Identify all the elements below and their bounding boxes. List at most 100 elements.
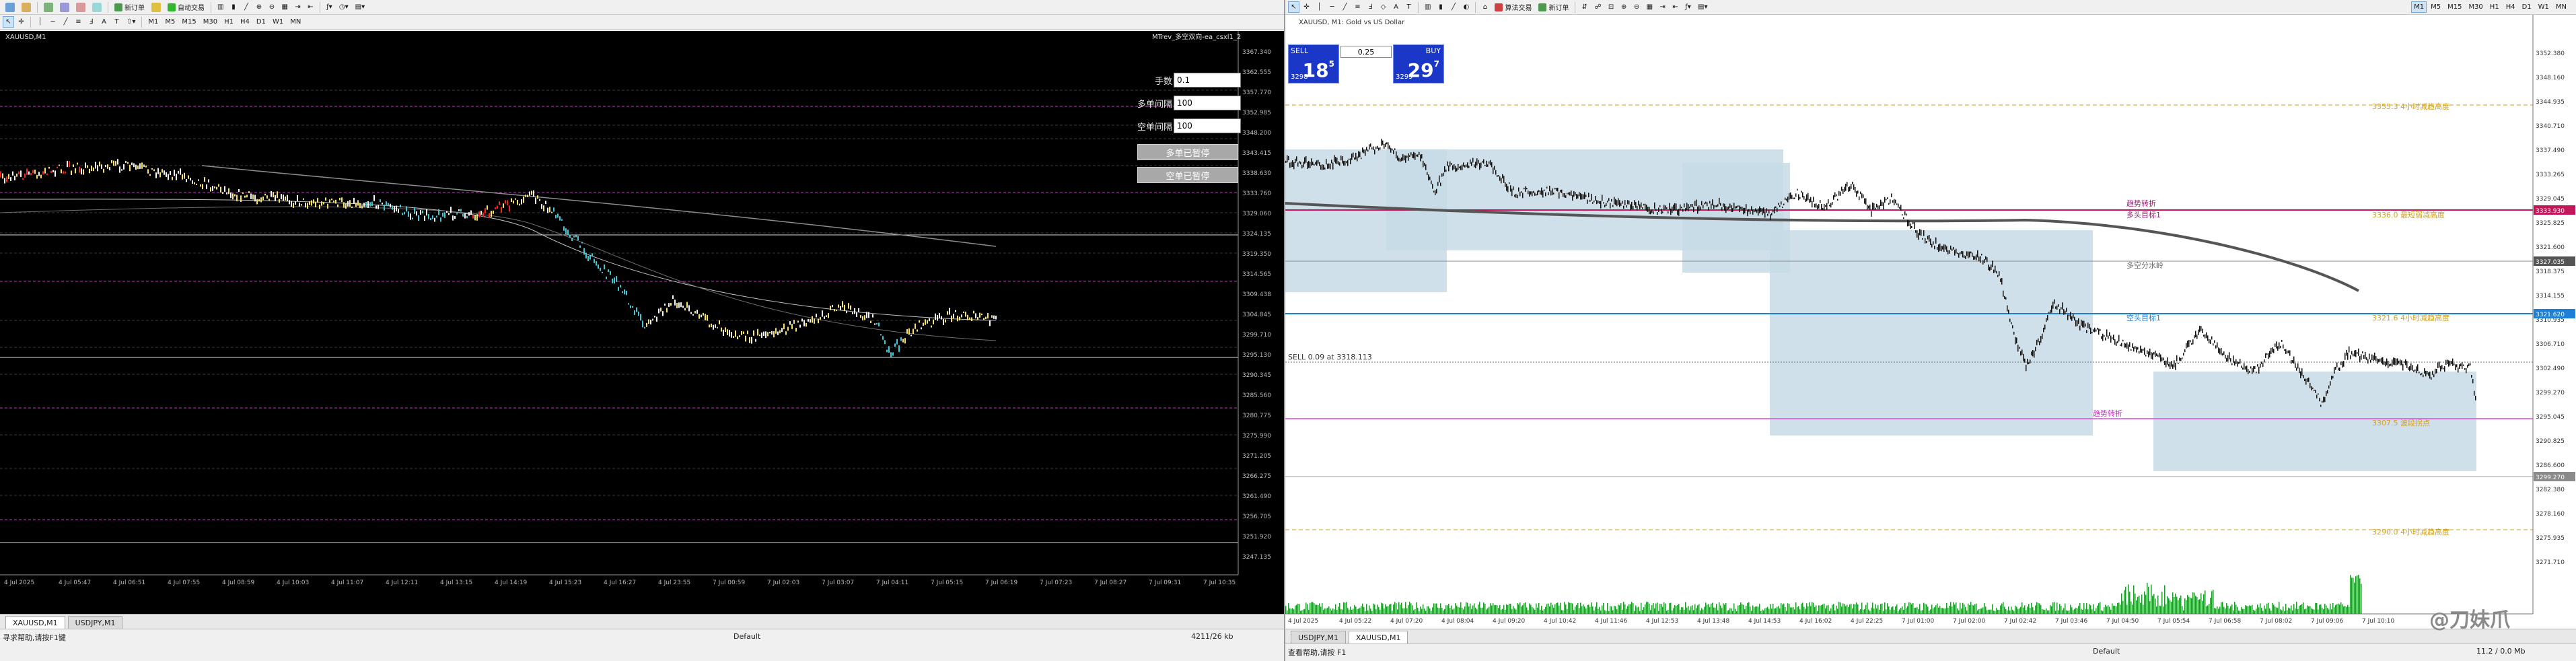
signals-icon[interactable]: ☍	[1591, 1, 1604, 13]
one-click-icon[interactable]: ⊡	[1606, 1, 1617, 13]
color-icon[interactable]: ◐	[1460, 1, 1472, 13]
candle-chart-icon[interactable]: ▮	[1435, 1, 1446, 13]
timeframe-mn[interactable]: MN	[2553, 1, 2569, 13]
volume-bar	[2024, 605, 2026, 614]
candle	[1832, 202, 1833, 205]
right-chart-canvas[interactable]: 3355.3 4小时减趋高度趋势转折多头目标1 3336.0 最短弱减高度多空分水…	[1285, 15, 2576, 629]
timeframe-h4[interactable]: H4	[2503, 1, 2518, 13]
bar-chart-icon[interactable]: ▥	[215, 1, 226, 13]
new-order-button[interactable]: 新订单	[1536, 1, 1571, 13]
tile-windows-icon[interactable]: ▦	[1644, 1, 1655, 13]
autoscroll-icon[interactable]: ⇥	[292, 1, 303, 13]
tab-usdjpy-m1[interactable]: USDJPY,M1	[67, 616, 123, 629]
volume-bar	[2156, 606, 2157, 614]
buy-paused-button[interactable]: 多单已暂停	[1137, 144, 1238, 160]
cursor-icon[interactable]: ↖	[1288, 1, 1299, 13]
channel-icon[interactable]: ≡	[73, 16, 84, 28]
crosshair-icon[interactable]: ✛	[1301, 1, 1312, 13]
autoscroll-icon[interactable]: ⇥	[1657, 1, 1668, 13]
zoom-in-icon[interactable]: ⊕	[253, 1, 264, 13]
timeframe-d1[interactable]: D1	[2519, 1, 2534, 13]
horizontal-line-icon[interactable]: ─	[47, 16, 59, 28]
profiles-icon[interactable]	[19, 1, 34, 13]
line-chart-icon[interactable]: ╱	[240, 1, 252, 13]
shapes-icon[interactable]: ◇	[1378, 1, 1389, 13]
sell-paused-button[interactable]: 空单已暂停	[1137, 167, 1238, 183]
label-icon[interactable]: T	[1403, 1, 1415, 13]
fibonacci-icon[interactable]: Ⅎ	[85, 16, 97, 28]
tile-windows-icon[interactable]: ▦	[279, 1, 290, 13]
new-chart-icon[interactable]	[3, 1, 17, 13]
lot-input[interactable]: 0.1	[1174, 73, 1241, 88]
timeframe-m5[interactable]: M5	[2428, 1, 2443, 13]
vertical-line-icon[interactable]: │	[1314, 1, 1325, 13]
vertical-line-icon[interactable]: │	[34, 16, 46, 28]
timeframe-m30[interactable]: M30	[2466, 1, 2485, 13]
timeframe-h1[interactable]: H1	[221, 16, 236, 28]
candle	[1506, 183, 1507, 191]
templates-icon[interactable]: ▤▾	[353, 1, 367, 13]
candle	[1534, 193, 1536, 196]
tab-xauusd-m1[interactable]: XAUUSD,M1	[5, 616, 65, 629]
zoom-in-icon[interactable]: ⊕	[1618, 1, 1630, 13]
new-order-button[interactable]: 新订单	[112, 1, 147, 13]
cursor-icon[interactable]: ↖	[3, 16, 14, 28]
timeframe-m15[interactable]: M15	[179, 16, 199, 28]
terminal-icon[interactable]	[90, 1, 104, 13]
market-watch-icon[interactable]	[41, 1, 56, 13]
volume-bar	[1853, 604, 1855, 614]
timeframe-h1[interactable]: H1	[2487, 1, 2502, 13]
chart-shift-icon[interactable]: ⇤	[305, 1, 316, 13]
candle	[1631, 201, 1633, 209]
right-price-chart[interactable]: 3355.3 4小时减趋高度 趋势转折 多头目标1 3336.0 最短弱减高度 多空分水…	[1285, 15, 2576, 629]
tab-xauusd-m1[interactable]: XAUUSD,M1	[1348, 631, 1408, 643]
zoom-out-icon[interactable]: ⊖	[266, 1, 277, 13]
chart-shift-icon[interactable]: ⇤	[1670, 1, 1681, 13]
timeframe-d1[interactable]: D1	[254, 16, 269, 28]
horizontal-line-icon[interactable]: ─	[1326, 1, 1338, 13]
candle-chart-icon[interactable]: ▮	[227, 1, 239, 13]
data-window-icon[interactable]	[57, 1, 72, 13]
line-chart-icon[interactable]: ╱	[1447, 1, 1459, 13]
tab-usdjpy-m1[interactable]: USDJPY,M1	[1291, 631, 1346, 643]
auto-trading-button[interactable]: 自动交易	[165, 1, 207, 13]
candle	[2011, 322, 2012, 324]
periods-icon[interactable]: ◷▾	[336, 1, 351, 13]
arrows-icon[interactable]: ⇧▾	[124, 16, 138, 28]
channel-icon[interactable]: ≡	[1352, 1, 1363, 13]
timeframe-w1[interactable]: W1	[270, 16, 286, 28]
timeframe-w1[interactable]: W1	[2536, 1, 2552, 13]
bar-chart-icon[interactable]: ▥	[1422, 1, 1433, 13]
depth-of-market-icon[interactable]: ⇵	[1579, 1, 1590, 13]
buy-button[interactable]: BUY 3299 297	[1393, 44, 1444, 83]
text-icon[interactable]: A	[1390, 1, 1402, 13]
timeframe-h4[interactable]: H4	[238, 16, 252, 28]
volume-bar	[1995, 611, 1996, 614]
trendline-icon[interactable]: ╱	[60, 16, 71, 28]
timeframe-m15[interactable]: M15	[2445, 1, 2464, 13]
sell-gap-input[interactable]: 100	[1174, 118, 1241, 133]
lot-size-input[interactable]: 0.25	[1340, 46, 1392, 58]
timeframe-m5[interactable]: M5	[162, 16, 178, 28]
sell-button[interactable]: SELL 3298 185	[1288, 44, 1339, 83]
crosshair-icon[interactable]: ✛	[15, 16, 27, 28]
zoom-out-icon[interactable]: ⊖	[1631, 1, 1643, 13]
timeframe-mn[interactable]: MN	[287, 16, 303, 28]
timeframe-m1[interactable]: M1	[2411, 1, 2427, 13]
meta-editor-icon[interactable]	[149, 1, 164, 13]
navigator-icon[interactable]	[73, 1, 88, 13]
fibonacci-icon[interactable]: Ⅎ	[1365, 1, 1376, 13]
indicators-icon[interactable]: ƒ▾	[1682, 1, 1694, 13]
left-price-chart[interactable]: 3367.340 3362.555 3357.770 3352.985 3348.200…	[0, 31, 1284, 614]
trendline-icon[interactable]: ╱	[1339, 1, 1351, 13]
left-chart-canvas[interactable]: 3367.3403362.5553357.7703352.9853348.200…	[0, 31, 1284, 614]
buy-gap-input[interactable]: 100	[1174, 96, 1241, 110]
text-icon[interactable]: A	[98, 16, 110, 28]
timeframe-m1[interactable]: M1	[145, 16, 161, 28]
templates-icon[interactable]: ▤▾	[1695, 1, 1710, 13]
timeframe-m30[interactable]: M30	[201, 16, 220, 28]
algo-trading-button[interactable]: 算法交易	[1492, 1, 1534, 13]
home-icon[interactable]: ⌂	[1479, 1, 1491, 13]
indicators-icon[interactable]: ƒ▾	[324, 1, 335, 13]
label-icon[interactable]: T	[111, 16, 122, 28]
